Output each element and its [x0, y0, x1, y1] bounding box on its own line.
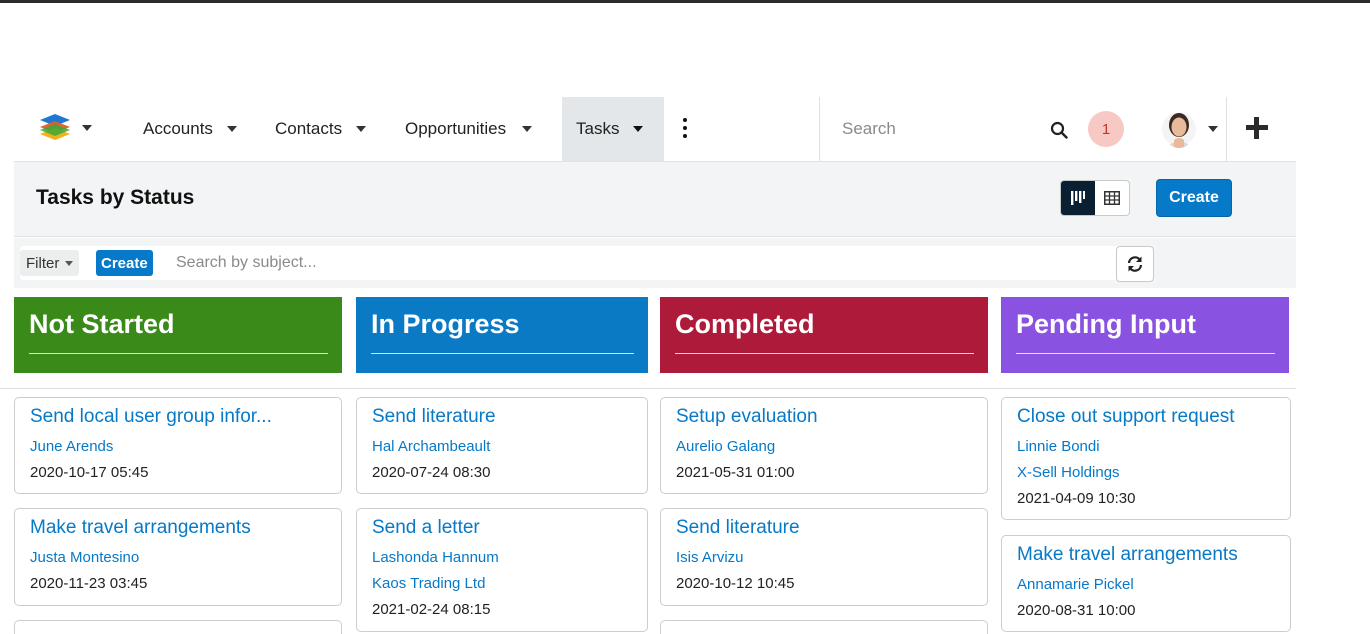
task-account-link[interactable]: Kaos Trading Ltd — [372, 575, 485, 592]
nav-accounts[interactable]: Accounts — [143, 97, 241, 161]
task-subject-link[interactable]: Send literature — [372, 406, 496, 428]
refresh-button[interactable] — [1116, 246, 1154, 282]
chevron-down-icon — [633, 126, 644, 132]
column-title: In Progress — [371, 309, 520, 339]
avatar — [1162, 112, 1196, 148]
chevron-down-icon — [1208, 126, 1218, 132]
task-date: 2021-04-09 10:30 — [1017, 490, 1136, 507]
task-subject-link[interactable]: Send local user group infor... — [30, 406, 272, 428]
task-card[interactable]: Make travel arrangements Justa Montesino… — [14, 508, 342, 606]
task-subject-link[interactable]: Make travel arrangements — [1017, 544, 1238, 566]
column-header-not-started: Not Started — [14, 297, 342, 373]
task-date: 2020-10-12 10:45 — [676, 575, 795, 592]
task-contact-link[interactable]: Justa Montesino — [30, 549, 139, 566]
nav-divider — [1226, 97, 1227, 161]
search-input[interactable]: Search — [842, 119, 896, 139]
task-contact-link[interactable]: Lashonda Hannum — [372, 549, 499, 566]
kanban-view-button[interactable] — [1061, 181, 1095, 215]
task-contact-link[interactable]: Isis Arvizu — [676, 549, 744, 566]
top-navbar: Accounts Contacts Opportunities Tasks Se… — [14, 97, 1296, 161]
table-view-button[interactable] — [1095, 181, 1129, 215]
nav-accounts-label: Accounts — [143, 119, 213, 138]
filter-dropdown[interactable]: Filter — [20, 250, 80, 276]
task-subject-link[interactable]: Make travel arrangements — [30, 517, 251, 539]
task-card[interactable]: Setup evaluation Aurelio Galang 2021-05-… — [660, 397, 988, 494]
vertical-ellipsis-icon[interactable] — [682, 118, 688, 138]
task-card[interactable]: Send literature Isis Arvizu 2020-10-12 1… — [660, 508, 988, 606]
task-contact-link[interactable]: Linnie Bondi — [1017, 438, 1100, 455]
kanban-view-icon — [1071, 191, 1085, 205]
list-header: Tasks by Status Create — [14, 161, 1296, 237]
task-contact-link[interactable]: Aurelio Galang — [676, 438, 775, 455]
task-date: 2020-08-31 10:00 — [1017, 602, 1136, 619]
task-date: 2020-07-24 08:30 — [372, 464, 491, 481]
task-contact-link[interactable]: Hal Archambeault — [372, 438, 490, 455]
column-divider — [29, 353, 328, 354]
column-divider — [371, 353, 634, 354]
filter-label: Filter — [26, 254, 60, 272]
column-title: Not Started — [29, 309, 175, 339]
task-date: 2021-02-24 08:15 — [372, 601, 491, 618]
nav-contacts-label: Contacts — [275, 119, 343, 138]
task-subject-link[interactable]: Send literature — [676, 517, 800, 539]
subject-search-input[interactable]: Search by subject... — [176, 246, 317, 280]
chevron-down-icon — [65, 260, 74, 266]
task-card[interactable]: Send a letter Lashonda Hannum Kaos Tradi… — [356, 508, 648, 632]
filter-create-button[interactable]: Create — [96, 250, 153, 276]
column-divider — [675, 353, 974, 354]
task-contact-link[interactable]: June Arends — [30, 438, 113, 455]
user-menu[interactable] — [1162, 109, 1222, 149]
nav-opportunities-label: Opportunities — [405, 119, 507, 138]
task-card[interactable]: Send local user group infor... June Aren… — [14, 397, 342, 494]
task-date: 2021-05-31 01:00 — [676, 464, 795, 481]
chevron-down-icon — [522, 126, 533, 132]
task-card[interactable]: Send literature Hal Archambeault 2020-07… — [356, 397, 648, 494]
task-card[interactable]: Close out support request Linnie Bondi X… — [1001, 397, 1291, 520]
chevron-down-icon — [356, 126, 367, 132]
nav-divider — [819, 97, 820, 161]
notification-badge[interactable]: 1 — [1088, 111, 1124, 147]
create-button[interactable]: Create — [1156, 179, 1232, 217]
task-subject-link[interactable]: Close out support request — [1017, 406, 1235, 428]
task-account-link[interactable]: X-Sell Holdings — [1017, 464, 1120, 481]
column-header-completed: Completed — [660, 297, 988, 373]
column-title: Pending Input — [1016, 309, 1196, 339]
task-date: 2020-11-23 03:45 — [30, 575, 148, 592]
nav-tasks[interactable]: Tasks — [562, 97, 664, 161]
plus-icon[interactable] — [1246, 117, 1268, 139]
filter-bar: Filter Create Search by subject... — [14, 238, 1296, 288]
window-top-border — [0, 0, 1370, 3]
refresh-icon — [1127, 256, 1143, 272]
nav-contacts[interactable]: Contacts — [275, 97, 367, 161]
task-subject-link[interactable]: Send a letter — [372, 517, 480, 539]
board-divider — [0, 388, 1296, 389]
column-divider — [1016, 353, 1275, 354]
task-date: 2020-10-17 05:45 — [30, 464, 149, 481]
task-card-partial[interactable] — [14, 620, 342, 634]
filter-container: Filter Create Search by subject... — [20, 246, 1132, 280]
task-card[interactable]: Make travel arrangements Annamarie Picke… — [1001, 535, 1291, 632]
task-card-partial[interactable] — [660, 620, 988, 634]
view-toggle — [1060, 180, 1130, 216]
app-logo-menu[interactable] — [38, 111, 108, 145]
chevron-down-icon — [82, 125, 92, 131]
chevron-down-icon — [226, 126, 237, 132]
column-title: Completed — [675, 309, 815, 339]
task-subject-link[interactable]: Setup evaluation — [676, 406, 818, 428]
magnifier-icon[interactable] — [1050, 121, 1068, 139]
column-header-in-progress: In Progress — [356, 297, 648, 373]
task-contact-link[interactable]: Annamarie Pickel — [1017, 576, 1134, 593]
stacked-layers-logo-icon — [40, 114, 70, 140]
column-header-pending-input: Pending Input — [1001, 297, 1289, 373]
nav-opportunities[interactable]: Opportunities — [405, 97, 533, 161]
table-view-icon — [1104, 191, 1120, 205]
global-search[interactable]: Search — [826, 97, 1076, 161]
page-title: Tasks by Status — [36, 186, 195, 209]
nav-tasks-label: Tasks — [576, 119, 620, 138]
